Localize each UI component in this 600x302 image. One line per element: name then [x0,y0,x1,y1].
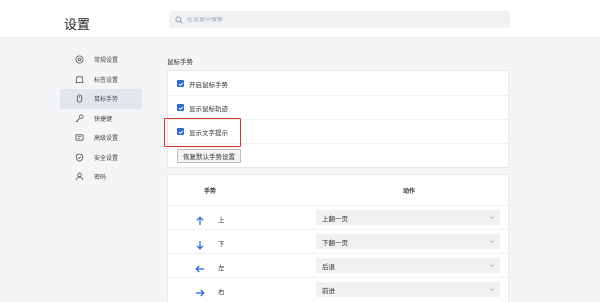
column-header-gesture: 手势 [204,189,217,195]
action-select-value: 前进 [322,287,335,295]
action-select-value: 下翻一页 [322,239,348,247]
arrow-right-icon [195,285,205,297]
gesture-name: 下 [218,241,225,248]
sidebar-item-label: 高级设置 [94,136,119,143]
action-select[interactable]: 前进 [316,282,500,297]
sidebar-item-advanced[interactable]: 高级设置 [60,128,142,148]
option-label: 开启鼠标手势 [189,81,228,89]
action-select-value: 上翻一页 [322,215,348,223]
sidebar-item-shortcuts[interactable]: 快捷键 [60,109,142,129]
gesture-name: 上 [218,217,225,224]
sidebar-item-tabs[interactable]: 标签设置 [60,70,142,90]
action-select[interactable]: 下翻一页 [316,234,500,249]
table-row: 上 上翻一页 [168,205,508,229]
advanced-icon [75,133,84,142]
sidebar-item-label: 密码 [94,175,107,182]
page-title: 设置 [64,17,91,32]
top-bar: 设置 [0,0,600,38]
option-enable-gesture[interactable]: 开启鼠标手势 [168,72,508,96]
chevron-down-icon [489,287,495,292]
sidebar-item-security[interactable]: 安全设置 [60,148,142,168]
chevron-down-icon [489,215,495,220]
section-title: 鼠标手势 [167,59,193,66]
search-icon [175,11,183,29]
action-select[interactable]: 后退 [316,258,500,273]
action-select[interactable]: 上翻一页 [316,210,500,225]
sidebar-item-label: 安全设置 [94,155,119,162]
chevron-down-icon [489,239,495,244]
option-label: 显示鼠标轨迹 [189,105,228,113]
sidebar-item-general[interactable]: 常规设置 [60,50,142,70]
checkbox-checked-icon[interactable] [177,80,184,87]
column-header-action: 动作 [403,189,416,195]
option-label: 显示文字提示 [189,129,228,137]
sidebar-item-password[interactable]: 密码 [60,167,142,187]
sidebar-item-label: 常规设置 [94,58,119,65]
checkbox-checked-icon[interactable] [177,128,184,135]
action-select-value: 后退 [322,263,335,271]
settings-circle-icon [75,55,84,64]
option-show-text-hint[interactable]: 显示文字提示 [168,120,508,144]
gesture-name: 右 [218,289,225,296]
sidebar-item-label: 标签设置 [94,77,119,84]
table-row: 左 后退 [168,253,508,277]
arrow-left-icon [195,261,205,273]
sidebar: 常规设置 标签设置 鼠标手势 快捷键 高级设置 安全设置 密码 [60,50,142,187]
key-icon [75,114,84,123]
shield-icon [75,153,84,162]
user-icon [75,172,84,181]
reset-gestures-button[interactable]: 恢复默认手势设置 [177,149,241,163]
arrow-down-icon [195,237,205,250]
table-row: 右 前进 [168,277,508,301]
table-row: 下 下翻一页 [168,229,508,253]
tab-icon [75,75,84,84]
sidebar-item-label: 鼠标手势 [94,97,119,104]
mouse-icon [75,94,84,103]
search-box[interactable] [169,11,510,28]
sidebar-item-label: 快捷键 [94,116,113,123]
chevron-down-icon [489,263,495,268]
gesture-name: 左 [218,265,225,272]
sidebar-item-mouse-gesture[interactable]: 鼠标手势 [60,89,142,109]
checkbox-checked-icon[interactable] [177,104,184,111]
option-show-trail[interactable]: 显示鼠标轨迹 [168,96,508,120]
arrow-up-icon [195,213,205,225]
gesture-options-card: 开启鼠标手势 显示鼠标轨迹 显示文字提示 恢复默认手势设置 [167,70,509,168]
search-input[interactable] [187,16,487,23]
